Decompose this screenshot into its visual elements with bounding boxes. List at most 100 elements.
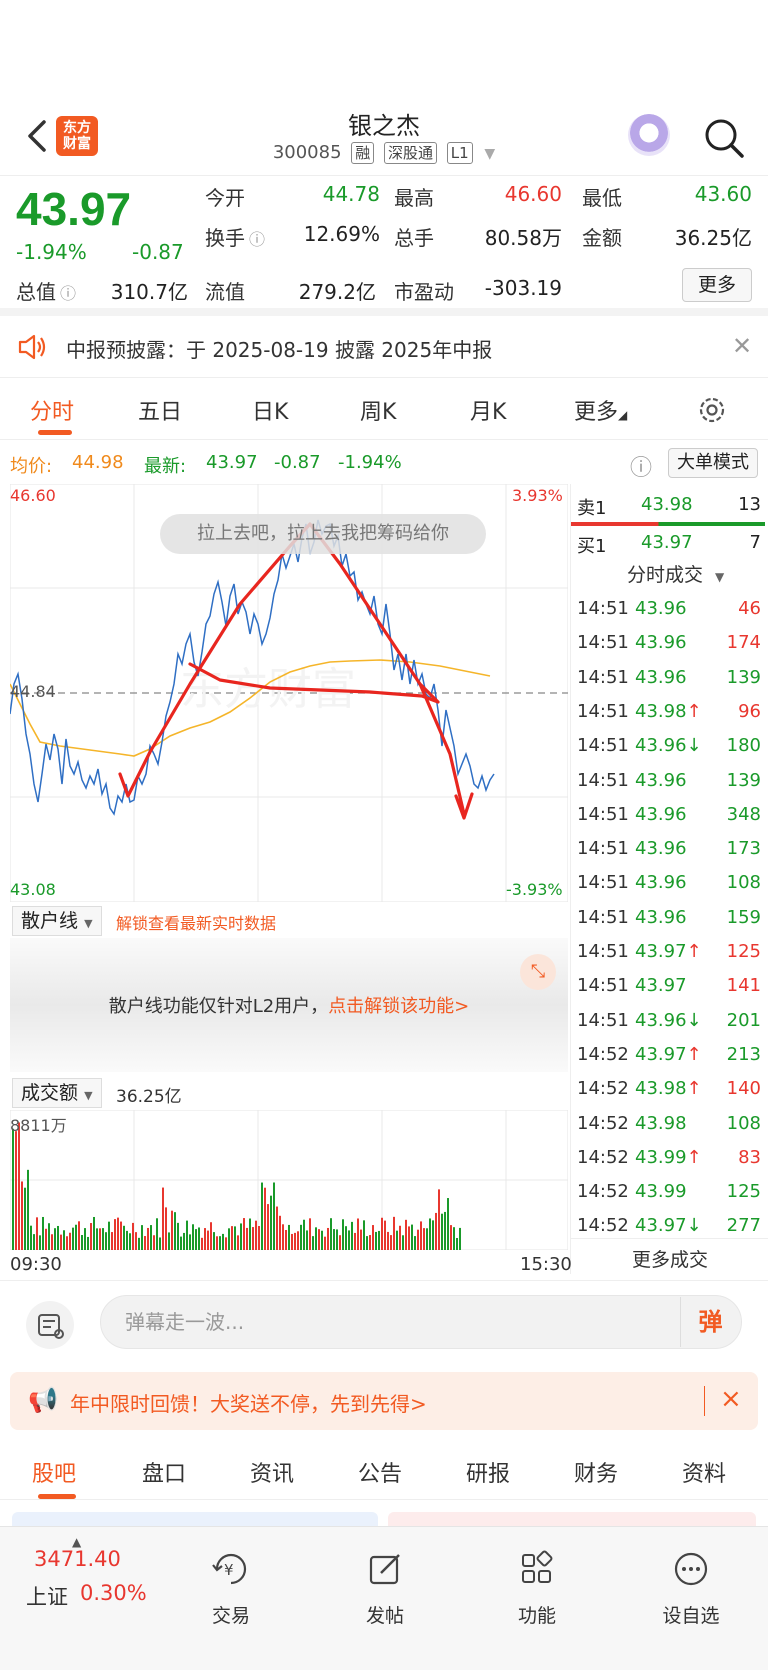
- volume-bar: [384, 1220, 386, 1250]
- tab-forum[interactable]: 股吧: [32, 1456, 76, 1488]
- amount-value: 36.25亿: [674, 226, 752, 250]
- more-button[interactable]: 更多: [682, 268, 752, 302]
- tab-news[interactable]: 资讯: [250, 1456, 294, 1488]
- axis-low-label: 43.08: [10, 880, 56, 899]
- big-order-mode-button[interactable]: 大单模式: [668, 448, 758, 478]
- tab-orderbook[interactable]: 盘口: [142, 1456, 186, 1488]
- info-icon[interactable]: ⓘ: [249, 230, 265, 249]
- tab-profile[interactable]: 资料: [682, 1456, 726, 1488]
- volume-chart[interactable]: [10, 1110, 568, 1250]
- trade-time: 14:51: [577, 1009, 629, 1031]
- danmu-input[interactable]: 弹幕走一波...: [100, 1295, 742, 1349]
- volume-value: 80.58万: [484, 226, 562, 250]
- trade-row: 14:51 43.96 159: [571, 903, 768, 937]
- tab-monthly-k[interactable]: 月K: [470, 394, 506, 426]
- dropdown-icon[interactable]: ▼: [484, 146, 495, 162]
- trade-volume: 213: [726, 1043, 761, 1065]
- send-danmu-button[interactable]: 弹: [680, 1297, 740, 1347]
- card-left[interactable]: [12, 1512, 378, 1526]
- active-tab-indicator: [38, 430, 72, 435]
- volume-bar: [429, 1218, 431, 1250]
- volume-indicator-selector[interactable]: 成交额 ▼: [12, 1078, 102, 1108]
- volume-bar: [204, 1228, 206, 1250]
- stock-code: 300085: [272, 142, 342, 163]
- volume-bar: [387, 1231, 389, 1250]
- volume-bar: [426, 1228, 428, 1250]
- volume-bar: [57, 1225, 59, 1250]
- volume-bar: [210, 1222, 212, 1250]
- tab-research[interactable]: 研报: [466, 1456, 510, 1488]
- trade-time: 14:51: [577, 803, 629, 825]
- volume-bar: [63, 1230, 65, 1250]
- help-icon[interactable]: ⓘ: [630, 450, 652, 482]
- search-icon[interactable]: [700, 114, 748, 162]
- low-value: 43.60: [694, 182, 752, 206]
- close-icon[interactable]: ✕: [732, 332, 752, 360]
- avg-value: 44.98: [72, 452, 124, 473]
- promo-divider: [704, 1386, 705, 1416]
- retail-line-selector[interactable]: 散户线 ▼: [12, 906, 102, 936]
- unlock-feature-link[interactable]: 点击解锁该功能>: [328, 996, 469, 1017]
- volume-bar: [309, 1218, 311, 1250]
- time-close-label: 15:30: [520, 1254, 572, 1275]
- promo-banner[interactable]: 📢 年中限时回馈！大奖送不停，先到先得> ×: [10, 1372, 758, 1430]
- buy1-row[interactable]: 买1 43.97 7: [571, 526, 768, 560]
- trade-time: 14:51: [577, 872, 629, 894]
- volume-bar: [444, 1211, 446, 1250]
- index-percent[interactable]: 0.30%: [80, 1581, 147, 1605]
- nav-post[interactable]: 发帖: [330, 1547, 440, 1628]
- trade-price: 43.96: [635, 769, 687, 791]
- trade-volume: 348: [726, 803, 761, 825]
- close-icon[interactable]: ×: [720, 1384, 742, 1414]
- expand-icon[interactable]: ⤡: [520, 954, 556, 990]
- trade-volume: 141: [726, 975, 761, 997]
- volume-bar: [111, 1232, 113, 1250]
- volume-bar: [420, 1221, 422, 1250]
- danmu-settings-icon[interactable]: [26, 1301, 74, 1349]
- tab-financials[interactable]: 财务: [574, 1456, 618, 1488]
- turnover-label: 换手 ⓘ: [205, 226, 266, 250]
- trades-title-dropdown[interactable]: 分时成交 ▼: [627, 560, 724, 587]
- tab-daily-k[interactable]: 日K: [252, 394, 288, 426]
- open-label: 今开: [205, 186, 245, 210]
- volume-bar: [39, 1235, 41, 1250]
- trade-time: 14:52: [577, 1181, 629, 1203]
- trade-volume: 108: [726, 872, 761, 894]
- assistant-robot-icon[interactable]: [628, 114, 670, 156]
- nav-functions[interactable]: 功能: [482, 1547, 592, 1628]
- card-right[interactable]: [388, 1512, 756, 1526]
- nav-trade[interactable]: ¥ 交易: [176, 1547, 286, 1628]
- tab-announcements[interactable]: 公告: [358, 1456, 402, 1488]
- settings-gear-icon[interactable]: [696, 394, 728, 426]
- trade-price: 43.96: [635, 666, 687, 688]
- tab-intraday[interactable]: 分时: [30, 394, 74, 426]
- info-icon[interactable]: ⓘ: [60, 284, 76, 303]
- trade-direction-icon: ↓: [686, 1215, 702, 1237]
- volume-bar: [393, 1216, 395, 1250]
- volume-bar: [93, 1216, 95, 1250]
- index-name[interactable]: 上证: [26, 1581, 68, 1611]
- nav-add-watchlist[interactable]: 设自选: [636, 1547, 746, 1628]
- tab-more[interactable]: 更多◢: [574, 394, 627, 426]
- content-tabs: 股吧 盘口 资讯 公告 研报 财务 资料: [0, 1440, 768, 1500]
- index-value[interactable]: 3471.40: [34, 1547, 121, 1571]
- margin-tag: 融: [351, 142, 375, 164]
- trade-row: 14:51 43.96 139: [571, 766, 768, 800]
- trade-row: 14:52 43.99↑ 83: [571, 1143, 768, 1177]
- axis-prev-close-label: 44.84: [10, 682, 56, 701]
- trade-direction-icon: ↑: [686, 1078, 702, 1100]
- notice-bar[interactable]: 中报预披露：于 2025-08-19 披露 2025年中报 ✕: [0, 316, 768, 378]
- trade-price: 43.97↑: [635, 1043, 702, 1065]
- tab-weekly-k[interactable]: 周K: [360, 394, 396, 426]
- volume-bar: [417, 1229, 419, 1250]
- volume-bar: [72, 1227, 74, 1250]
- tab-five-day[interactable]: 五日: [138, 394, 182, 426]
- unlock-hint-link[interactable]: 解锁查看最新实时数据: [116, 910, 276, 934]
- volume-bar: [78, 1221, 80, 1250]
- volume-bar: [456, 1237, 458, 1250]
- notice-text: 中报预披露：于 2025-08-19 披露 2025年中报: [66, 338, 493, 362]
- trade-price: 43.97↓: [635, 1215, 702, 1237]
- sell1-row[interactable]: 卖1 43.98 13: [571, 488, 768, 522]
- volume-bar: [51, 1234, 53, 1250]
- more-trades-button[interactable]: 更多成交: [571, 1238, 768, 1272]
